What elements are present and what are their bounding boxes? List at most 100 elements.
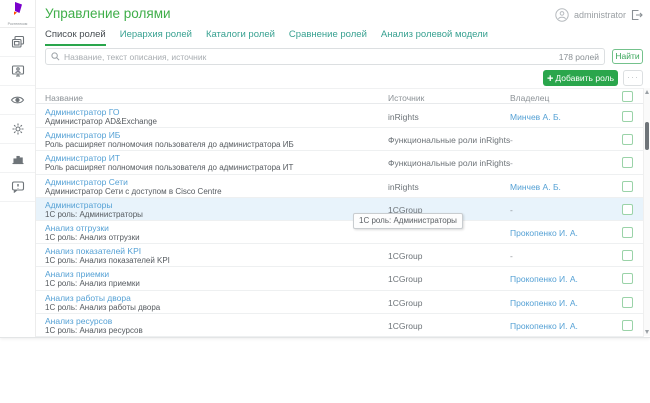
role-source: 1CGroup — [388, 297, 423, 308]
scrollbar-down-arrow[interactable] — [645, 330, 649, 334]
row-checkbox[interactable] — [622, 319, 633, 331]
tab-bar: Список ролей Иерархия ролей Каталоги рол… — [45, 29, 488, 46]
role-owner-link[interactable]: Прокопенко И. А. — [510, 274, 578, 284]
role-name-link[interactable]: Анализ показателей KPI — [45, 246, 141, 256]
row-checkbox[interactable] — [622, 111, 633, 122]
column-header-owner: Владелец — [510, 93, 550, 103]
chart-icon — [12, 155, 23, 164]
role-owner-link[interactable]: Прокопенко И. А. — [510, 298, 578, 308]
role-source: inRights — [388, 181, 419, 192]
user-name: administrator — [573, 10, 626, 20]
row-checkbox[interactable] — [622, 273, 633, 285]
role-description: 1С роль: Анализ отгрузки — [45, 232, 140, 242]
tab-role-comparison[interactable]: Сравнение ролей — [289, 29, 367, 46]
table-row-hovered[interactable]: Администраторы 1С роль: Администраторы 1… — [36, 197, 644, 221]
user-block: administrator — [555, 8, 643, 22]
add-role-label: Добавить роль — [555, 73, 615, 83]
role-source: Функциональные роли inRights — [388, 158, 511, 169]
search-input[interactable]: Название, текст описания, источник 178 р… — [45, 48, 605, 65]
table-row[interactable]: Анализ показателей KPI 1С роль: Анализ п… — [36, 244, 644, 268]
role-owner: - — [510, 158, 513, 169]
row-checkbox[interactable] — [622, 134, 633, 146]
role-source: Функциональные роли inRights — [388, 135, 511, 146]
brand-logo[interactable]: Ростелеком — [0, 0, 35, 28]
table-row[interactable]: Администратор ИБ Роль расширяет полномоч… — [36, 128, 644, 152]
tab-role-list[interactable]: Список ролей — [45, 29, 106, 46]
table-row[interactable]: Администратор Сети Администратор Сети с … — [36, 175, 644, 198]
sidebar-item-settings[interactable] — [0, 115, 35, 144]
row-checkbox[interactable] — [622, 296, 633, 308]
user-avatar-icon — [555, 8, 569, 22]
role-description: 1С роль: Анализ показателей KPI — [45, 256, 170, 266]
table-row[interactable]: Анализ ресурсов 1С роль: Анализ ресурсов… — [36, 314, 644, 337]
sidebar-item-monitoring[interactable] — [0, 86, 35, 115]
table-row[interactable]: Анализ отгрузки 1С роль: Анализ отгрузки… — [36, 221, 644, 245]
table-row[interactable]: Анализ работы двора 1С роль: Анализ рабо… — [36, 291, 644, 314]
role-source: 1CGroup — [388, 320, 423, 331]
vertical-scrollbar[interactable] — [643, 88, 650, 336]
search-placeholder: Название, текст описания, источник — [64, 51, 207, 62]
role-owner: - — [510, 135, 513, 146]
roles-count: 178 ролей — [558, 51, 599, 62]
role-name-link[interactable]: Администратор ИБ — [45, 130, 120, 140]
row-checkbox[interactable] — [622, 157, 633, 169]
role-name-link[interactable]: Администратор ГО — [45, 107, 119, 117]
row-checkbox[interactable] — [622, 180, 633, 192]
role-owner-link[interactable]: Минчев А. Б. — [510, 112, 561, 122]
row-checkbox[interactable] — [622, 203, 633, 215]
tab-role-catalogs[interactable]: Каталоги ролей — [206, 29, 275, 46]
role-description: 1С роль: Анализ работы двора — [45, 302, 161, 312]
more-actions-button[interactable]: ··· — [623, 70, 643, 86]
role-source: 1CGroup — [388, 274, 423, 285]
role-description: Роль расширяет полномочия пользователя д… — [45, 163, 294, 173]
sidebar-item-roles[interactable] — [0, 28, 35, 57]
column-header-source: Источник — [388, 93, 425, 103]
brand-name: Ростелеком — [7, 21, 28, 26]
table-row[interactable]: Администратор ИТ Роль расширяет полномоч… — [36, 151, 644, 175]
column-header-name: Название — [45, 93, 83, 103]
role-description: Администратор AD&Exchange — [45, 117, 157, 126]
find-button[interactable]: Найти — [612, 49, 643, 64]
role-name-link[interactable]: Администратор ИТ — [45, 153, 120, 163]
table-row[interactable]: Администратор ГО Администратор AD&Exchan… — [36, 105, 644, 129]
sidebar: Ростелеком — [0, 0, 36, 337]
windows-icon — [11, 35, 24, 48]
role-name-link[interactable]: Администраторы — [45, 200, 112, 210]
scrollbar-thumb[interactable] — [645, 122, 649, 150]
role-description: Администратор Сети с доступом в Cisco Ce… — [45, 186, 222, 196]
eye-icon — [10, 96, 25, 104]
tab-role-model-analysis[interactable]: Анализ ролевой модели — [381, 29, 488, 46]
logout-icon[interactable] — [631, 9, 643, 21]
add-role-button[interactable]: + Добавить роль — [543, 70, 618, 86]
table-row[interactable]: Анализ приемки 1С роль: Анализ приемки 1… — [36, 267, 644, 291]
role-name-link[interactable]: Анализ ресурсов — [45, 316, 112, 326]
role-name-link[interactable]: Администратор Сети — [45, 177, 128, 187]
sidebar-item-workstations[interactable] — [0, 57, 35, 86]
role-owner-link[interactable]: Минчев А. Б. — [510, 182, 561, 192]
role-owner: - — [510, 251, 513, 262]
main-area: Управление ролями administrator Список р… — [36, 0, 650, 337]
feedback-icon — [11, 181, 24, 193]
role-description: Роль расширяет полномочия пользователя д… — [45, 140, 294, 150]
role-name-link[interactable]: Анализ приемки — [45, 269, 109, 279]
app-window: Ростелеком Управление ролями administrat… — [0, 0, 650, 338]
row-checkbox[interactable] — [622, 226, 633, 238]
scrollbar-up-arrow[interactable] — [645, 90, 649, 94]
sidebar-item-analytics[interactable] — [0, 144, 35, 173]
role-owner-link[interactable]: Прокопенко И. А. — [510, 228, 578, 238]
roles-table: Администратор ГО Администратор AD&Exchan… — [36, 105, 644, 337]
tooltip: 1С роль: Администраторы — [353, 213, 463, 229]
role-description: 1С роль: Администраторы — [45, 209, 143, 219]
role-description: 1С роль: Анализ ресурсов — [45, 325, 143, 335]
role-source: inRights — [388, 112, 419, 122]
select-all-checkbox[interactable] — [622, 91, 633, 102]
role-name-link[interactable]: Анализ работы двора — [45, 293, 131, 303]
search-icon — [51, 52, 60, 61]
row-checkbox[interactable] — [622, 250, 633, 262]
role-owner-link[interactable]: Прокопенко И. А. — [510, 321, 578, 331]
sidebar-item-feedback[interactable] — [0, 173, 35, 202]
role-name-link[interactable]: Анализ отгрузки — [45, 223, 109, 233]
role-source: 1CGroup — [388, 251, 423, 262]
role-owner: - — [510, 204, 513, 215]
tab-role-hierarchy[interactable]: Иерархия ролей — [120, 29, 192, 46]
